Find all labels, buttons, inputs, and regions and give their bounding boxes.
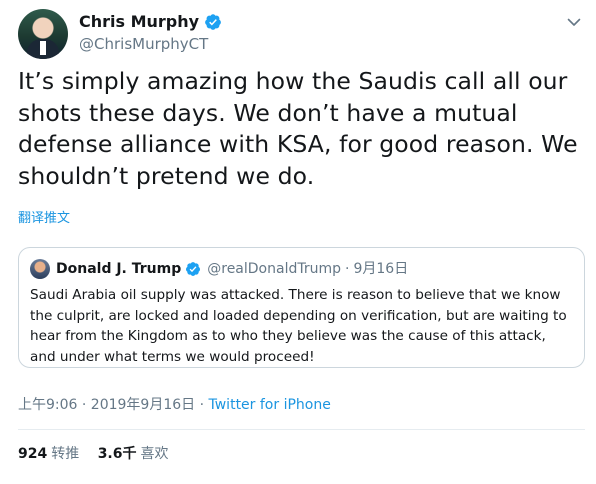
retweets-label: 转推 [51,446,80,462]
tweet-source-link[interactable]: Twitter for iPhone [209,397,331,413]
engagement-stats: 924 转推 3.6千 喜欢 [18,445,183,463]
likes-label: 喜欢 [140,446,169,462]
verified-badge-icon [186,262,201,276]
retweets-stat[interactable]: 924 转推 [18,445,79,463]
divider [18,429,585,430]
author-avatar[interactable] [18,9,68,59]
likes-count: 3.6千 [97,446,137,462]
quoted-tweet-date: 9月16日 [353,261,409,277]
tweet-timestamp[interactable]: 上午9:06 · 2019年9月16日 · [18,397,209,413]
quoted-author-name: Donald J. Trump [56,261,182,277]
quoted-author-handle: @realDonaldTrump [207,261,342,277]
separator-dot: · [345,261,350,277]
quoted-tweet-text: Saudi Arabia oil supply was attacked. Th… [30,287,567,365]
tweet-text: It’s simply amazing how the Saudis call … [18,67,578,190]
quoted-tweet-card[interactable]: Donald J. Trump @realDonaldTrump · 9月16日… [18,247,585,368]
translate-tweet-link[interactable]: 翻译推文 [18,207,70,226]
author-header: Chris Murphy @ChrisMurphyCT [79,12,222,54]
author-display-name[interactable]: Chris Murphy [79,12,199,32]
author-handle[interactable]: @ChrisMurphyCT [79,34,222,54]
chevron-down-icon[interactable] [566,14,582,30]
author-name-row[interactable]: Chris Murphy [79,12,222,32]
quoted-author-avatar [30,259,50,279]
retweets-count: 924 [18,446,48,462]
verified-badge-icon [205,14,221,30]
tweet-timestamp-row: 上午9:06 · 2019年9月16日 · Twitter for iPhone [18,395,331,415]
quoted-tweet-header: Donald J. Trump @realDonaldTrump · 9月16日 [56,259,408,279]
likes-stat[interactable]: 3.6千 喜欢 [98,445,169,463]
